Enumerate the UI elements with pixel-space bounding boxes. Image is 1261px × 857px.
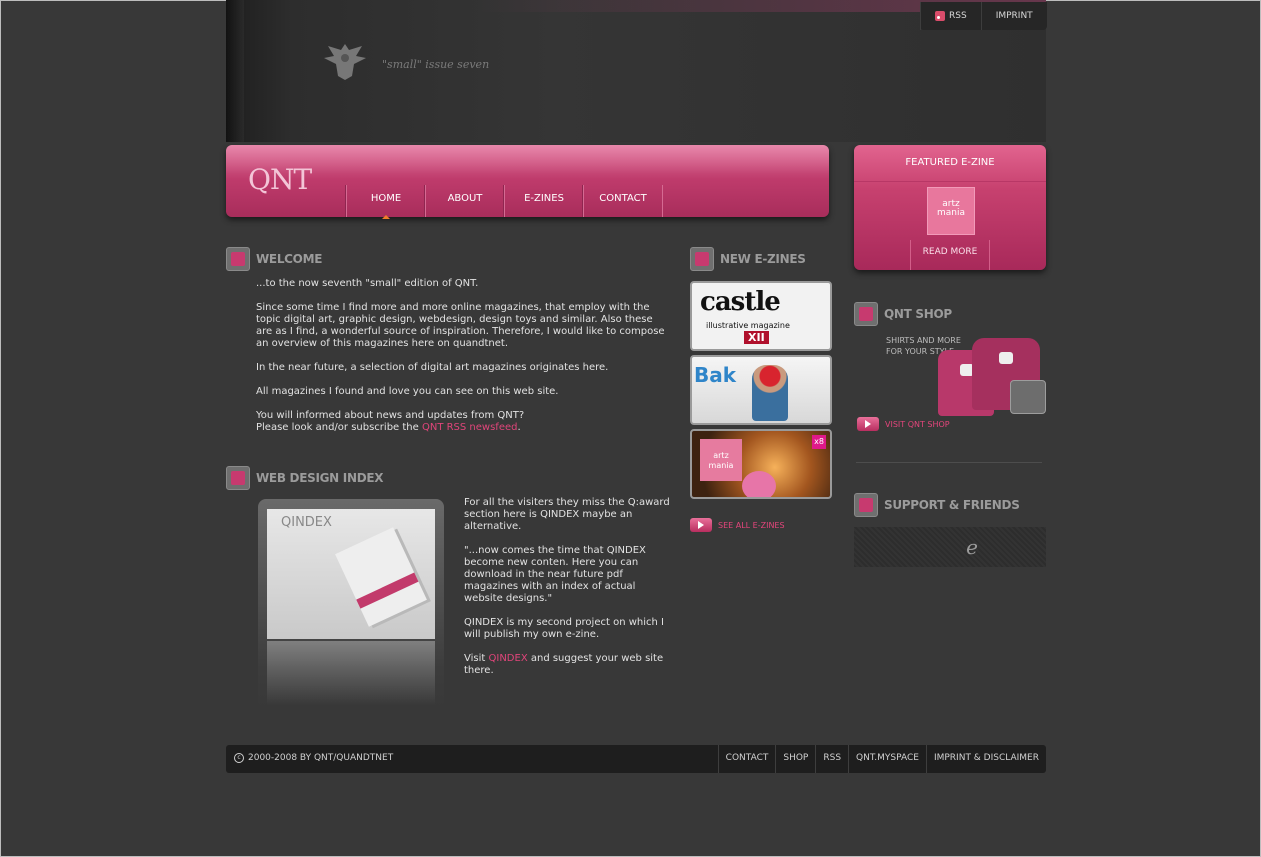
qindex-reflection bbox=[267, 641, 435, 705]
top-links: RSS IMPRINT bbox=[920, 2, 1047, 30]
visit-shop-label: VISIT QNT SHOP bbox=[885, 419, 950, 429]
footer-link-rss[interactable]: RSS bbox=[815, 745, 848, 773]
welcome-p1: ...to the now seventh "small" edition of… bbox=[256, 278, 479, 289]
nav-about[interactable]: ABOUT bbox=[425, 185, 504, 217]
issue-tagline: "small" issue seven bbox=[382, 58, 490, 71]
ezine-castle-sub: illustrative magazine bbox=[706, 321, 790, 330]
friend-logo-3[interactable]: e bbox=[950, 527, 994, 567]
eagle-logo-icon bbox=[324, 44, 366, 80]
footer: c 2000-2008 BY QNT/QUANDTNET CONTACT SHO… bbox=[226, 745, 1046, 773]
webdesign-p4a: Visit bbox=[464, 653, 489, 664]
friend-logo-1[interactable] bbox=[854, 527, 898, 567]
ezine-castle-title: castle bbox=[700, 287, 781, 317]
new-ezines-title: NEW E-ZINES bbox=[720, 252, 806, 266]
see-all-label: SEE ALL E-ZINES bbox=[718, 520, 785, 530]
webdesign-text: For all the visiters they miss the Q:awa… bbox=[464, 497, 674, 689]
welcome-p5-end: . bbox=[517, 422, 521, 433]
qindex-page-image: QINDEX bbox=[267, 509, 435, 639]
qindex-image-title: QINDEX bbox=[281, 515, 332, 530]
friends-title: SUPPORT & FRIENDS bbox=[884, 498, 1020, 512]
footer-link-imprint[interactable]: IMPRINT & DISCLAIMER bbox=[925, 745, 1046, 773]
ezine-bak[interactable]: Bak bbox=[690, 355, 832, 425]
copyright: c 2000-2008 BY QNT/QUANDTNET bbox=[234, 745, 393, 771]
site-logo[interactable]: QNT bbox=[248, 163, 312, 196]
ezine-bak-title: Bak bbox=[694, 363, 737, 387]
footer-link-shop[interactable]: SHOP bbox=[775, 745, 815, 773]
copyright-icon: c bbox=[234, 753, 244, 763]
welcome-header: WELCOME bbox=[226, 247, 322, 271]
read-more-button[interactable]: READ MORE bbox=[910, 240, 990, 270]
webdesign-header: WEB DESIGN INDEX bbox=[226, 466, 384, 490]
play-arrow-icon bbox=[857, 417, 879, 431]
webdesign-p4: Visit QINDEX and suggest your web site t… bbox=[464, 653, 674, 677]
rss-link[interactable]: RSS bbox=[920, 2, 981, 30]
imprint-label: IMPRINT bbox=[995, 11, 1033, 21]
welcome-text: ...to the now seventh "small" edition of… bbox=[256, 278, 666, 446]
rss-icon bbox=[935, 11, 945, 21]
webdesign-p3: QINDEX is my second project on which I w… bbox=[464, 617, 664, 640]
featured-logo-text: artz mania bbox=[936, 199, 965, 218]
welcome-title: WELCOME bbox=[256, 252, 323, 266]
ezine-bak-figure-image bbox=[752, 365, 788, 421]
featured-title: FEATURED E-ZINE bbox=[854, 145, 1046, 182]
welcome-p4: All magazines I found and love you can s… bbox=[256, 386, 559, 397]
ezine-artzmania-title: artz mania bbox=[708, 451, 734, 470]
nav-home[interactable]: HOME bbox=[346, 185, 425, 219]
ezine-artzmania-logo: artz mania bbox=[700, 439, 742, 481]
rss-newsfeed-link[interactable]: QNT RSS newsfeed bbox=[422, 422, 518, 433]
shop-sub1: SHIRTS AND MORE bbox=[886, 336, 961, 345]
welcome-p5a: You will informed about news and updates… bbox=[256, 410, 525, 421]
webdesign-title: WEB DESIGN INDEX bbox=[256, 471, 384, 485]
visit-shop-link[interactable]: VISIT QNT SHOP bbox=[857, 417, 950, 431]
play-arrow-icon bbox=[690, 518, 712, 532]
shop-header: QNT SHOP bbox=[854, 302, 952, 326]
friends-icon bbox=[854, 493, 878, 517]
ezine-artzmania-badge: x8 bbox=[812, 435, 826, 449]
main-nav-bar: QNT HOME ABOUT E-ZINES CONTACT bbox=[226, 145, 829, 219]
see-all-ezines-link[interactable]: SEE ALL E-ZINES bbox=[690, 518, 785, 532]
featured-ezine-box: FEATURED E-ZINE artz mania READ MORE bbox=[854, 145, 1046, 270]
welcome-p5: You will informed about news and updates… bbox=[256, 410, 666, 434]
qindex-link[interactable]: QINDEX bbox=[489, 653, 528, 664]
welcome-p3: In the near future, a selection of digit… bbox=[256, 362, 609, 373]
copyright-text: 2000-2008 BY QNT/QUANDTNET bbox=[248, 753, 394, 763]
friend-logo-2[interactable] bbox=[902, 527, 946, 567]
webdesign-p2: "...now comes the time that QINDEX becom… bbox=[464, 545, 646, 604]
nav-contact[interactable]: CONTACT bbox=[583, 185, 663, 217]
rss-label: RSS bbox=[949, 11, 967, 21]
nav-items: HOME ABOUT E-ZINES CONTACT bbox=[346, 185, 663, 219]
welcome-p5b: Please look and/or subscribe the bbox=[256, 422, 422, 433]
sidebar-divider bbox=[856, 462, 1042, 463]
qindex-preview[interactable]: QINDEX bbox=[258, 499, 444, 711]
footer-link-myspace[interactable]: QNT.MYSPACE bbox=[848, 745, 926, 773]
featured-ezine-logo[interactable]: artz mania bbox=[927, 187, 975, 235]
welcome-p2: Since some time I find more and more onl… bbox=[256, 302, 665, 349]
bag-image bbox=[1010, 380, 1046, 414]
ezine-castle[interactable]: castle illustrative magazine XII bbox=[690, 281, 832, 351]
ezine-castle-badge: XII bbox=[744, 331, 769, 344]
shop-title: QNT SHOP bbox=[884, 307, 952, 321]
welcome-icon bbox=[226, 247, 250, 271]
qx-icon bbox=[226, 466, 250, 490]
footer-links: CONTACT SHOP RSS QNT.MYSPACE IMPRINT & D… bbox=[717, 745, 1046, 773]
footer-link-contact[interactable]: CONTACT bbox=[717, 745, 776, 773]
new-ezines-header: NEW E-ZINES bbox=[690, 247, 806, 271]
qindex-book-image bbox=[335, 527, 427, 627]
friends-header: SUPPORT & FRIENDS bbox=[854, 493, 1020, 517]
nav-gloss bbox=[226, 145, 829, 179]
friends-logos: e bbox=[854, 527, 1046, 567]
webdesign-p1: For all the visiters they miss the Q:awa… bbox=[464, 497, 670, 532]
ezine-artzmania[interactable]: artz mania x8 bbox=[690, 429, 832, 499]
ezine-artzmania-ball-image bbox=[742, 471, 776, 497]
imprint-link[interactable]: IMPRINT bbox=[980, 2, 1047, 30]
shop-icon bbox=[854, 302, 878, 326]
nav-ezines[interactable]: E-ZINES bbox=[504, 185, 583, 217]
document-icon bbox=[690, 247, 714, 271]
